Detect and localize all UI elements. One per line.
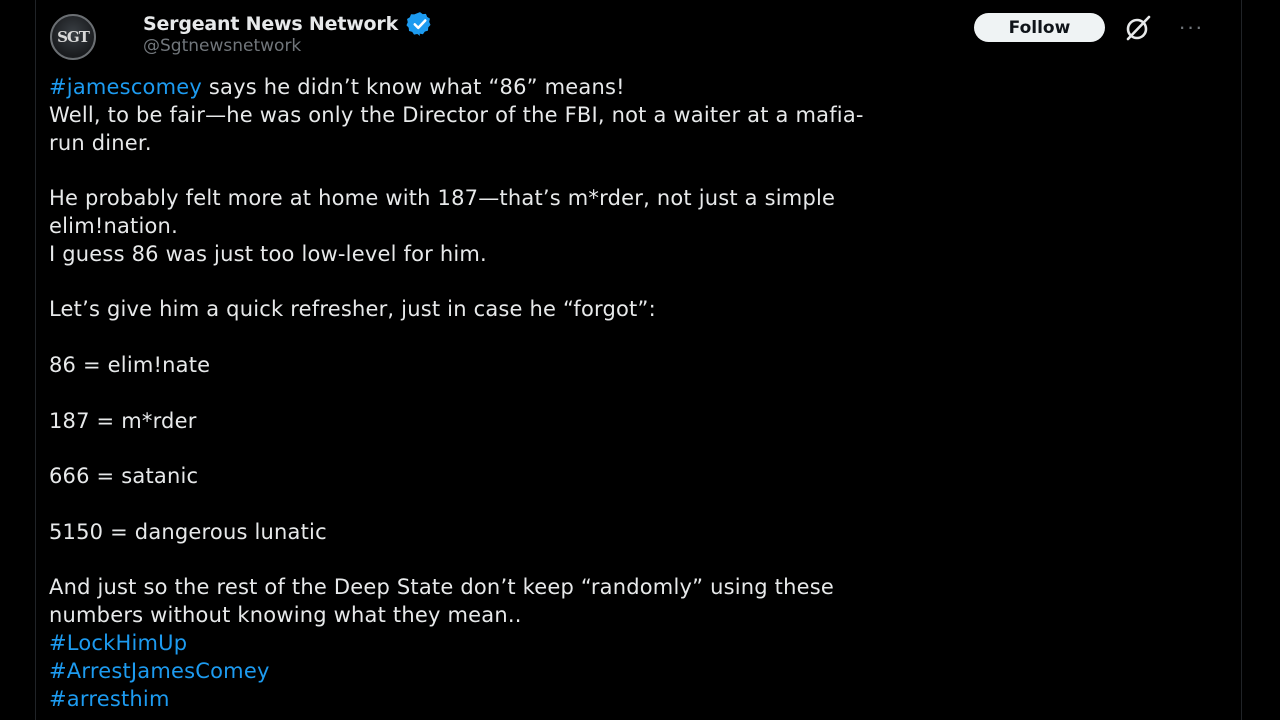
more-icon[interactable]: ··· — [1176, 16, 1206, 38]
post-line: run diner. — [49, 130, 152, 155]
post-line-text: says he didn’t know what “86” means! — [202, 75, 625, 99]
post-text: #jamescomey says he didn’t know what “86… — [49, 74, 1199, 713]
code-definition: 666 = satanic — [49, 464, 199, 489]
verified-badge-icon[interactable] — [406, 10, 434, 38]
hashtag-link[interactable]: #jamescomey — [49, 75, 202, 99]
author-handle[interactable]: @Sgtnewsnetwork — [143, 36, 301, 56]
right-column-border — [1241, 0, 1242, 720]
post-line: elim!nation. — [49, 213, 178, 238]
post-line: He probably felt more at home with 187—t… — [49, 186, 836, 211]
post-line: #LockHimUp — [49, 630, 1199, 658]
code-definition: 5150 = dangerous lunatic — [49, 519, 327, 544]
post: SGT Sergeant News Network @Sgtnewsnetwor… — [36, 0, 1240, 720]
grok-icon[interactable] — [1123, 14, 1153, 42]
post-line: And just so the rest of the Deep State d… — [49, 575, 835, 600]
post-line: Well, to be fair—he was only the Directo… — [49, 102, 864, 127]
author-name-row: Sergeant News Network — [143, 10, 434, 38]
post-line: #arresthim — [49, 686, 1199, 714]
post-line: Let’s give him a quick refresher, just i… — [49, 297, 656, 322]
post-line: #jamescomey says he didn’t know what “86… — [49, 74, 1199, 102]
hashtag-link[interactable]: #arresthim — [49, 687, 170, 711]
hashtag-link[interactable]: #ArrestJamesComey — [49, 659, 270, 683]
post-line: I guess 86 was just too low-level for hi… — [49, 241, 487, 266]
hashtag-link[interactable]: #LockHimUp — [49, 631, 187, 655]
follow-button[interactable]: Follow — [974, 13, 1105, 42]
author-display-name[interactable]: Sergeant News Network — [143, 13, 398, 35]
avatar[interactable]: SGT — [50, 14, 96, 60]
code-definition: 86 = elim!nate — [49, 352, 211, 377]
post-line: numbers without knowing what they mean.. — [49, 603, 522, 628]
code-definition: 187 = m*rder — [49, 408, 197, 433]
post-line: #ArrestJamesComey — [49, 658, 1199, 686]
avatar-logo-text: SGT — [57, 28, 90, 46]
